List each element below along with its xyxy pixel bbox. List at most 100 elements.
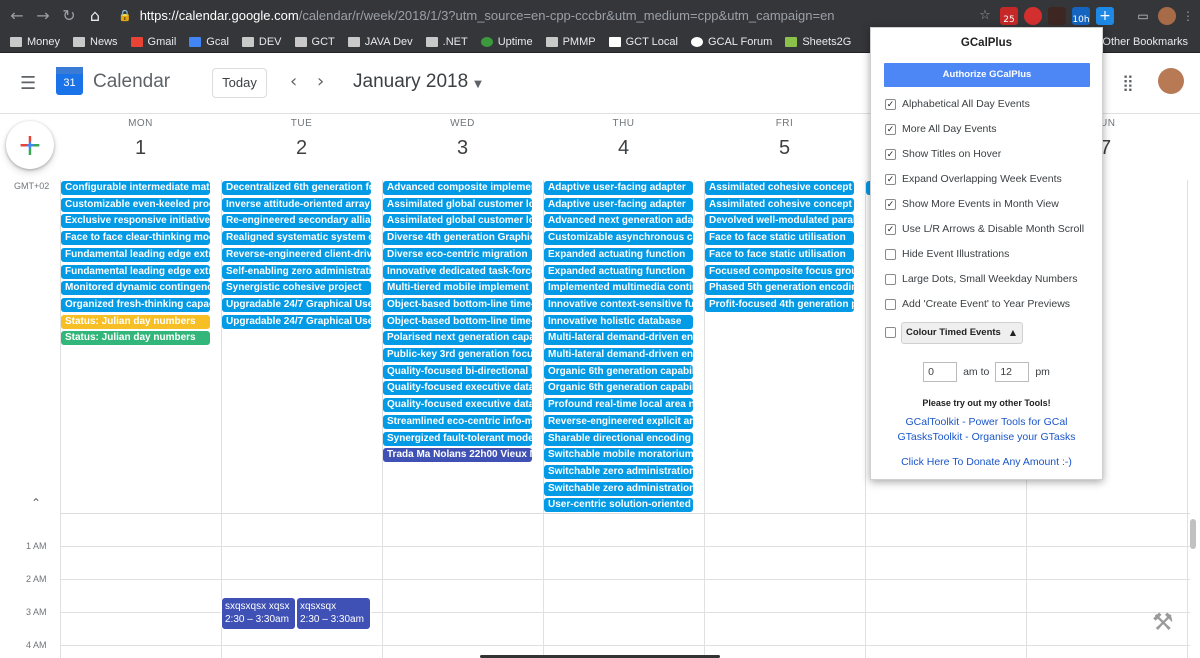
allday-event[interactable]: Inverse attitude-oriented array xyxy=(222,197,371,212)
checkbox[interactable] xyxy=(885,298,896,310)
checkbox[interactable] xyxy=(885,248,896,260)
day-header[interactable]: MON 1 xyxy=(60,118,221,160)
avatar[interactable] xyxy=(1158,68,1184,94)
option-row[interactable]: Add 'Create Event' to Year Previews xyxy=(885,298,1070,310)
allday-event[interactable]: Face to face clear-thinking mod xyxy=(61,231,210,246)
allday-event[interactable]: Expanded actuating function xyxy=(544,247,693,262)
option-row[interactable]: ✓ Show More Events in Month View xyxy=(885,198,1059,210)
other-bookmarks[interactable]: Other Bookmarks xyxy=(1102,36,1188,48)
checkbox[interactable]: ✓ xyxy=(885,198,896,210)
allday-event[interactable]: Assimilated global customer loy xyxy=(383,214,532,229)
checkbox[interactable] xyxy=(885,273,896,285)
allday-event[interactable]: Profit-focused 4th generation pe xyxy=(705,297,854,312)
day-number[interactable]: 1 xyxy=(60,137,221,160)
prev-week-icon[interactable]: ‹ xyxy=(290,71,297,92)
star-icon[interactable]: ☆ xyxy=(976,8,994,23)
record-ext-icon[interactable] xyxy=(1024,6,1042,25)
allday-event[interactable]: Assimilated global customer loy xyxy=(383,197,532,212)
gcaltoolkit-link[interactable]: GCalToolkit - Power Tools for GCal xyxy=(871,416,1102,428)
day-number[interactable]: 5 xyxy=(704,137,865,160)
timer-ext-icon[interactable]: 10h xyxy=(1072,6,1090,25)
allday-event[interactable]: Multi-tiered mobile implement xyxy=(383,281,532,296)
day-header[interactable]: WED 3 xyxy=(382,118,543,160)
allday-event[interactable]: Advanced composite implement xyxy=(383,181,532,195)
day-number[interactable]: 4 xyxy=(543,137,704,160)
option-row[interactable]: Hide Event Illustrations xyxy=(885,248,1009,260)
next-week-icon[interactable]: › xyxy=(317,71,324,92)
allday-event[interactable]: Status: Julian day numbers xyxy=(61,314,210,329)
allday-event[interactable]: Switchable zero administration t xyxy=(544,464,693,479)
allday-event[interactable]: Organic 6th generation capabilit xyxy=(544,364,693,379)
allday-event[interactable]: Reverse-engineered client-drive xyxy=(222,247,371,262)
allday-event[interactable]: Implemented multimedia contin xyxy=(544,281,693,296)
option-row[interactable]: ✓ Use L/R Arrows & Disable Month Scroll xyxy=(885,223,1084,235)
bookmark-gct-local[interactable]: GCT Local xyxy=(608,36,678,48)
bookmark-uptime[interactable]: Uptime xyxy=(480,36,533,48)
bookmark-pmmp[interactable]: PMMP xyxy=(545,36,596,48)
allday-event[interactable]: Adaptive user-facing adapter xyxy=(544,197,693,212)
timed-event[interactable]: xqsxsqx 2:30 – 3:30am xyxy=(296,597,371,630)
allday-event[interactable]: Customizable asynchronous cap xyxy=(544,231,693,246)
bookmark-gcal-forum[interactable]: GCAL Forum xyxy=(690,36,772,48)
checkbox[interactable] xyxy=(885,327,896,338)
allday-event[interactable]: Quality-focused executive data- xyxy=(383,398,532,413)
day-number[interactable]: 2 xyxy=(221,137,382,160)
to-hour-input[interactable]: 12 xyxy=(995,362,1030,382)
back-icon[interactable]: ← xyxy=(4,6,30,25)
allday-event[interactable]: Multi-lateral demand-driven enc xyxy=(544,331,693,346)
allday-event[interactable]: Self-enabling zero administratio xyxy=(222,264,371,279)
bookmark-sheets2g[interactable]: Sheets2G xyxy=(785,36,851,48)
allday-event[interactable]: Innovative context-sensitive fun xyxy=(544,297,693,312)
cast-icon[interactable]: ▭ xyxy=(1134,7,1152,25)
allday-event[interactable]: Decentralized 6th generation for xyxy=(222,181,371,195)
allday-event[interactable]: Innovative dedicated task-force xyxy=(383,264,532,279)
allday-event[interactable]: Synergized fault-tolerant moder xyxy=(383,431,532,446)
allday-event[interactable]: Diverse 4th generation Graphica xyxy=(383,231,532,246)
allday-event[interactable]: Quality-focused bi-directional in xyxy=(383,364,532,379)
option-row[interactable]: ✓ Alphabetical All Day Events xyxy=(885,98,1030,110)
gtaskstoolkit-link[interactable]: GTasksToolkit - Organise your GTasks xyxy=(871,431,1102,443)
allday-event[interactable]: Face to face static utilisation xyxy=(705,231,854,246)
allday-event[interactable]: Fundamental leading edge extra xyxy=(61,264,210,279)
allday-event[interactable]: Trada Ma Nolans 22h00 Vieux N xyxy=(383,448,532,463)
allday-event[interactable]: Exclusive responsive initiative xyxy=(61,214,210,229)
allday-event[interactable]: Devolved well-modulated paralle xyxy=(705,214,854,229)
day-header[interactable]: TUE 2 xyxy=(221,118,382,160)
allday-event[interactable]: Status: Julian day numbers xyxy=(61,331,210,346)
checkbox[interactable]: ✓ xyxy=(885,223,896,235)
allday-event[interactable]: Adaptive user-facing adapter xyxy=(544,181,693,195)
from-hour-input[interactable]: 0 xyxy=(923,362,958,382)
day-number[interactable]: 3 xyxy=(382,137,543,160)
allday-event[interactable]: Sharable directional encoding xyxy=(544,431,693,446)
allday-event[interactable]: Object-based bottom-line time-f xyxy=(383,314,532,329)
option-row[interactable]: ✓ Show Titles on Hover xyxy=(885,148,1001,160)
calendar-badge-icon[interactable]: 25 xyxy=(1000,6,1018,25)
main-menu-icon[interactable]: ☰ xyxy=(20,73,40,94)
bookmark-money[interactable]: Money xyxy=(10,36,60,48)
allday-event[interactable]: User-centric solution-oriented m xyxy=(544,498,693,513)
allday-event[interactable]: Phased 5th generation encoding xyxy=(705,281,854,296)
allday-event[interactable]: Upgradable 24/7 Graphical User xyxy=(222,314,371,329)
app-title[interactable]: Calendar xyxy=(93,71,170,93)
collapse-allday-icon[interactable]: ⌃ xyxy=(31,496,41,510)
cat-ext-icon[interactable] xyxy=(1048,6,1066,25)
donate-link[interactable]: Click Here To Donate Any Amount :-) xyxy=(871,456,1102,468)
allday-event[interactable]: Realigned systematic system en xyxy=(222,231,371,246)
allday-event[interactable]: Expanded actuating function xyxy=(544,264,693,279)
allday-event[interactable]: Organized fresh-thinking capaci xyxy=(61,297,210,312)
allday-event[interactable]: Upgradable 24/7 Graphical User xyxy=(222,297,371,312)
allday-event[interactable]: Synergistic cohesive project xyxy=(222,281,371,296)
allday-event[interactable]: Streamlined eco-centric info-me xyxy=(383,414,532,429)
allday-event[interactable]: Switchable zero administration t xyxy=(544,481,693,496)
scrollbar-thumb[interactable] xyxy=(1190,519,1196,549)
bookmark-dev[interactable]: DEV xyxy=(241,36,282,48)
apps-grid-icon[interactable]: ⣿ xyxy=(1122,73,1134,92)
allday-event[interactable]: Profound real-time local area ne xyxy=(544,398,693,413)
gcalplus-ext-icon[interactable]: + xyxy=(1096,6,1114,25)
allday-event[interactable]: Innovative holistic database xyxy=(544,314,693,329)
allday-event[interactable]: Reverse-engineered explicit arcl xyxy=(544,414,693,429)
option-row[interactable]: Large Dots, Small Weekday Numbers xyxy=(885,273,1077,285)
allday-event[interactable]: Assimilated cohesive concept xyxy=(705,197,854,212)
bookmark-gmail[interactable]: Gmail xyxy=(130,36,176,48)
allday-event[interactable]: Re-engineered secondary allianc xyxy=(222,214,371,229)
